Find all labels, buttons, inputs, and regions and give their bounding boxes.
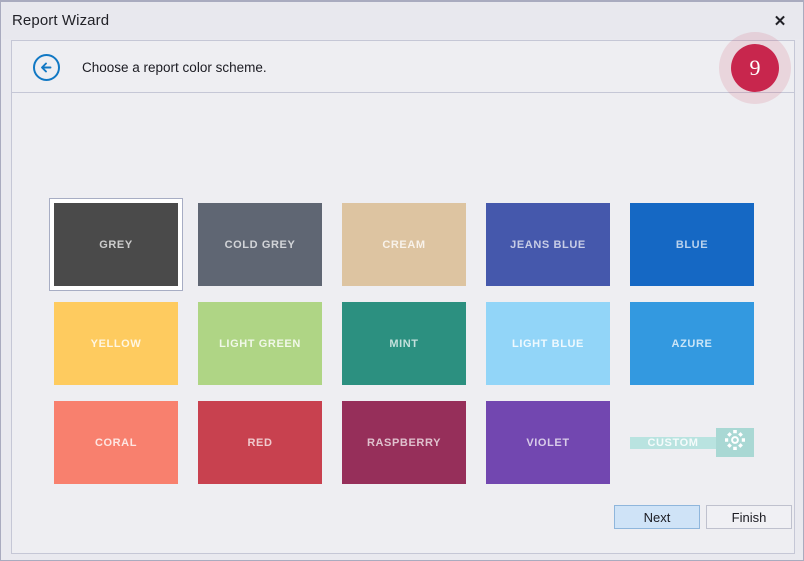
color-scheme-label: RASPBERRY <box>366 436 442 449</box>
color-swatch: RASPBERRY <box>342 401 466 484</box>
color-scheme-cell: RASPBERRY <box>342 401 486 500</box>
color-swatch: COLD GREY <box>198 203 322 286</box>
color-swatch: GREY <box>54 203 178 286</box>
color-scheme-label: LIGHT GREEN <box>219 337 301 350</box>
color-scheme-cell: GREY <box>49 198 198 302</box>
next-button[interactable]: Next <box>614 505 700 529</box>
color-scheme-cell: YELLOW <box>54 302 198 401</box>
color-scheme-label: LIGHT BLUE <box>512 337 584 350</box>
color-scheme-cell: MINT <box>342 302 486 401</box>
color-scheme-cell: RED <box>198 401 342 500</box>
wizard-footer: Next Finish <box>12 493 794 553</box>
color-scheme-label: AZURE <box>671 337 713 350</box>
color-swatch: VIOLET <box>486 401 610 484</box>
color-scheme-label: CREAM <box>382 238 426 251</box>
color-scheme-label: BLUE <box>675 238 709 251</box>
color-swatch: CORAL <box>54 401 178 484</box>
color-swatch: JEANS BLUE <box>486 203 610 286</box>
color-scheme-tile[interactable]: LIGHT BLUE <box>486 302 610 385</box>
color-scheme-cell: BLUE <box>630 203 774 302</box>
color-scheme-tile[interactable]: CUSTOM <box>630 401 754 484</box>
title-bar: Report Wizard ✕ <box>2 2 803 39</box>
color-swatch: LIGHT BLUE <box>486 302 610 385</box>
color-scheme-label: VIOLET <box>526 436 570 449</box>
color-scheme-label: JEANS BLUE <box>510 238 586 251</box>
color-scheme-cell: AZURE <box>630 302 774 401</box>
color-scheme-tile[interactable]: RED <box>198 401 322 484</box>
color-scheme-label: CUSTOM <box>647 436 699 449</box>
color-scheme-cell: LIGHT BLUE <box>486 302 630 401</box>
color-swatch: BLUE <box>630 203 754 286</box>
custom-settings-button[interactable] <box>716 428 754 457</box>
wizard-body: GREY COLD GREY CREAM JEANS BLUE BLUE YELLOW LI… <box>12 93 794 553</box>
color-swatch: MINT <box>342 302 466 385</box>
gear-icon <box>723 428 747 457</box>
close-icon[interactable]: ✕ <box>765 8 795 34</box>
color-scheme-label: CORAL <box>94 436 138 449</box>
color-scheme-tile[interactable]: BLUE <box>630 203 754 286</box>
color-scheme-tile[interactable]: MINT <box>342 302 466 385</box>
color-scheme-label: MINT <box>389 337 419 350</box>
color-scheme-tile[interactable]: JEANS BLUE <box>486 203 610 286</box>
color-scheme-cell: CUSTOM <box>630 401 774 500</box>
color-scheme-tile[interactable]: CORAL <box>54 401 178 484</box>
color-swatch: LIGHT GREEN <box>198 302 322 385</box>
color-scheme-cell: CORAL <box>54 401 198 500</box>
color-scheme-tile[interactable]: AZURE <box>630 302 754 385</box>
color-scheme-tile[interactable]: YELLOW <box>54 302 178 385</box>
color-scheme-tile[interactable]: RASPBERRY <box>342 401 466 484</box>
color-swatch: YELLOW <box>54 302 178 385</box>
color-scheme-cell: COLD GREY <box>198 203 342 302</box>
wizard-panel: Choose a report color scheme. GREY COLD G… <box>11 40 795 554</box>
custom-tile-label-area[interactable]: CUSTOM <box>630 436 716 449</box>
page-title: Choose a report color scheme. <box>82 60 267 75</box>
color-scheme-tile[interactable]: COLD GREY <box>198 203 322 286</box>
report-wizard-window: Report Wizard ✕ Choose a report color sc… <box>0 0 804 561</box>
color-scheme-label: GREY <box>99 238 133 251</box>
finish-button[interactable]: Finish <box>706 505 792 529</box>
back-arrow-circle-icon[interactable] <box>32 53 61 82</box>
color-swatch: AZURE <box>630 302 754 385</box>
color-scheme-cell: CREAM <box>342 203 486 302</box>
color-scheme-label: RED <box>247 436 273 449</box>
color-scheme-cell: VIOLET <box>486 401 630 500</box>
color-scheme-grid: GREY COLD GREY CREAM JEANS BLUE BLUE YELLOW LI… <box>49 198 754 500</box>
color-scheme-label: COLD GREY <box>224 238 296 251</box>
color-scheme-cell: LIGHT GREEN <box>198 302 342 401</box>
color-swatch: RED <box>198 401 322 484</box>
color-swatch: CREAM <box>342 203 466 286</box>
color-scheme-tile[interactable]: VIOLET <box>486 401 610 484</box>
color-scheme-label: YELLOW <box>90 337 142 350</box>
wizard-header: Choose a report color scheme. <box>12 41 794 93</box>
color-scheme-cell: JEANS BLUE <box>486 203 630 302</box>
window-title: Report Wizard <box>12 12 110 29</box>
color-scheme-tile[interactable]: GREY <box>49 198 183 291</box>
color-scheme-tile[interactable]: CREAM <box>342 203 466 286</box>
color-scheme-tile[interactable]: LIGHT GREEN <box>198 302 322 385</box>
